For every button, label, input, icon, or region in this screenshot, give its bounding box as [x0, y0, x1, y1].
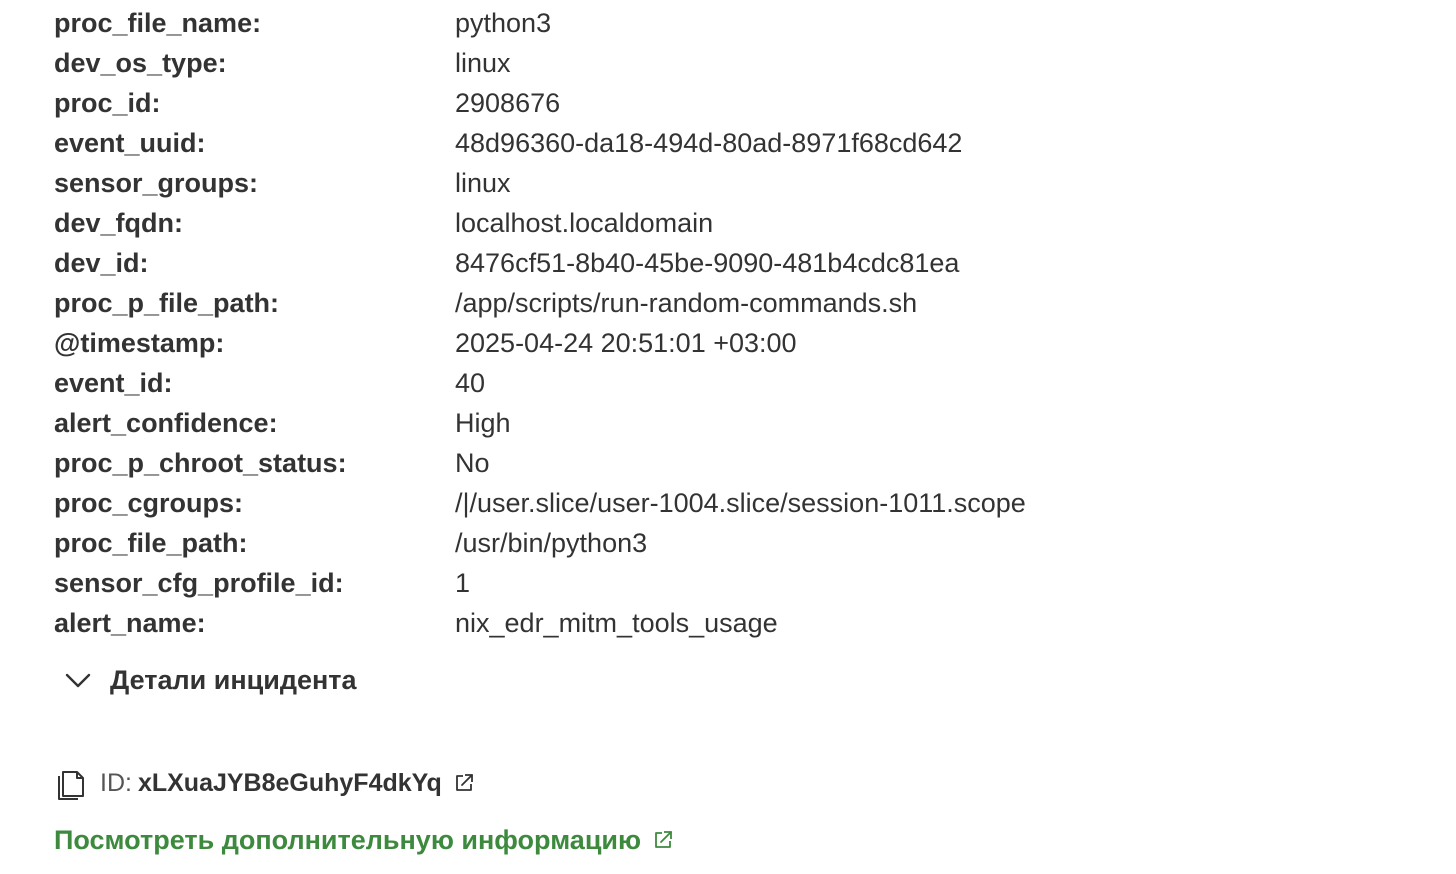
id-prefix: ID:: [100, 768, 132, 797]
field-row: proc_file_name: python3: [54, 3, 1354, 43]
field-key: proc_file_path:: [54, 528, 248, 558]
field-row: dev_id: 8476cf51-8b40-45be-9090-481b4cdc8…: [54, 243, 1354, 283]
field-key: sensor_groups:: [54, 168, 259, 198]
field-row: dev_fqdn: localhost.localdomain: [54, 203, 1354, 243]
field-value: nix_edr_mitm_tools_usage: [455, 608, 778, 638]
field-key: proc_file_name:: [54, 8, 262, 38]
id-value: xLXuaJYB8eGuhyF4dkYq: [137, 768, 442, 797]
field-key: alert_name:: [54, 608, 206, 638]
alert-fields-list: proc_file_name: python3 dev_os_type: linux p…: [54, 3, 1354, 643]
field-value: linux: [455, 48, 511, 78]
field-value: 2908676: [455, 88, 561, 118]
external-link-icon[interactable]: [452, 771, 476, 795]
field-value: localhost.localdomain: [455, 208, 714, 238]
field-key: proc_p_file_path:: [54, 288, 280, 318]
field-row: alert_name: nix_edr_mitm_tools_usage: [54, 603, 1354, 643]
field-row: event_id: 40: [54, 363, 1354, 403]
incident-details-toggle[interactable]: Детали инцидента: [62, 658, 357, 702]
field-value: 48d96360-da18-494d-80ad-8971f68cd642: [455, 128, 963, 158]
field-key: sensor_cfg_profile_id:: [54, 568, 344, 598]
field-row: event_uuid: 48d96360-da18-494d-80ad-8971f…: [54, 123, 1354, 163]
field-key: proc_cgroups:: [54, 488, 244, 518]
external-link-icon: [651, 828, 675, 852]
field-key: dev_os_type:: [54, 48, 227, 78]
incident-details-label: Детали инцидента: [110, 664, 357, 695]
field-key: alert_confidence:: [54, 408, 278, 438]
field-key: proc_id:: [54, 88, 161, 118]
field-value: No: [455, 448, 490, 478]
alert-details-panel: proc_file_name: python3 dev_os_type: linux p…: [0, 0, 1456, 874]
field-row: @timestamp: 2025-04-24 20:51:01 +03:00: [54, 323, 1354, 363]
field-row: alert_confidence: High: [54, 403, 1354, 443]
field-key: event_id:: [54, 368, 173, 398]
field-value: 8476cf51-8b40-45be-9090-481b4cdc81ea: [455, 248, 960, 278]
more-info-link[interactable]: Посмотреть дополнительную информацию: [54, 820, 675, 860]
field-key: @timestamp:: [54, 328, 225, 358]
field-value: 40: [455, 368, 486, 398]
field-value: 2025-04-24 20:51:01 +03:00: [455, 328, 797, 358]
field-row: proc_cgroups: /|/user.slice/user-1004.sli…: [54, 483, 1354, 523]
more-info-link-label: Посмотреть дополнительную информацию: [54, 824, 642, 855]
field-row: proc_file_path: /usr/bin/python3: [54, 523, 1354, 563]
field-key: dev_id:: [54, 248, 149, 278]
field-value: /|/user.slice/user-1004.slice/session-10…: [455, 488, 1026, 518]
field-value: /usr/bin/python3: [455, 528, 648, 558]
field-key: proc_p_chroot_status:: [54, 448, 347, 478]
field-value: 1: [455, 568, 471, 598]
field-row: proc_p_chroot_status: No: [54, 443, 1354, 483]
id-row: ID: xLXuaJYB8eGuhyF4dkYq: [54, 763, 476, 803]
field-value: python3: [455, 8, 552, 38]
field-row: proc_id: 2908676: [54, 83, 1354, 123]
field-row: sensor_groups: linux: [54, 163, 1354, 203]
field-value: High: [455, 408, 511, 438]
field-row: proc_p_file_path: /app/scripts/run-random…: [54, 283, 1354, 323]
field-row: sensor_cfg_profile_id: 1: [54, 563, 1354, 603]
field-key: dev_fqdn:: [54, 208, 184, 238]
field-row: dev_os_type: linux: [54, 43, 1354, 83]
field-key: event_uuid:: [54, 128, 206, 158]
copy-icon[interactable]: [54, 765, 88, 801]
field-value: linux: [455, 168, 511, 198]
chevron-down-icon: [62, 664, 94, 696]
field-value: /app/scripts/run-random-commands.sh: [455, 288, 918, 318]
